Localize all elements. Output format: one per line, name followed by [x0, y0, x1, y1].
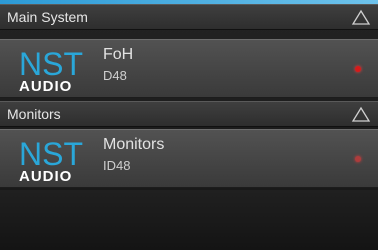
section-header-main-system[interactable]: Main System — [0, 4, 378, 30]
svg-text:AUDIO: AUDIO — [19, 78, 72, 94]
section-title: Monitors — [7, 106, 61, 122]
status-indicator — [355, 156, 361, 162]
device-model: D48 — [103, 68, 127, 83]
svg-text:NST: NST — [19, 136, 83, 172]
status-indicator — [355, 66, 361, 72]
triangle-up-icon[interactable] — [351, 8, 371, 26]
svg-text:NST: NST — [19, 46, 83, 82]
nst-audio-logo: NST AUDIO — [19, 136, 89, 184]
device-name: Monitors — [103, 136, 165, 153]
nst-audio-logo: NST AUDIO — [19, 46, 89, 94]
triangle-up-icon[interactable] — [351, 105, 371, 123]
device-list-panel: Main System NST AUDIO FoH D48 Monitors N… — [0, 0, 378, 250]
empty-list-area — [0, 190, 378, 250]
device-name: FoH — [103, 46, 134, 63]
section-title: Main System — [7, 9, 88, 25]
device-card-foh[interactable]: NST AUDIO FoH D48 — [0, 39, 378, 98]
device-card-monitors[interactable]: NST AUDIO Monitors ID48 — [0, 129, 378, 188]
svg-text:AUDIO: AUDIO — [19, 168, 72, 184]
section-header-monitors[interactable]: Monitors — [0, 101, 378, 127]
device-model: ID48 — [103, 158, 131, 173]
